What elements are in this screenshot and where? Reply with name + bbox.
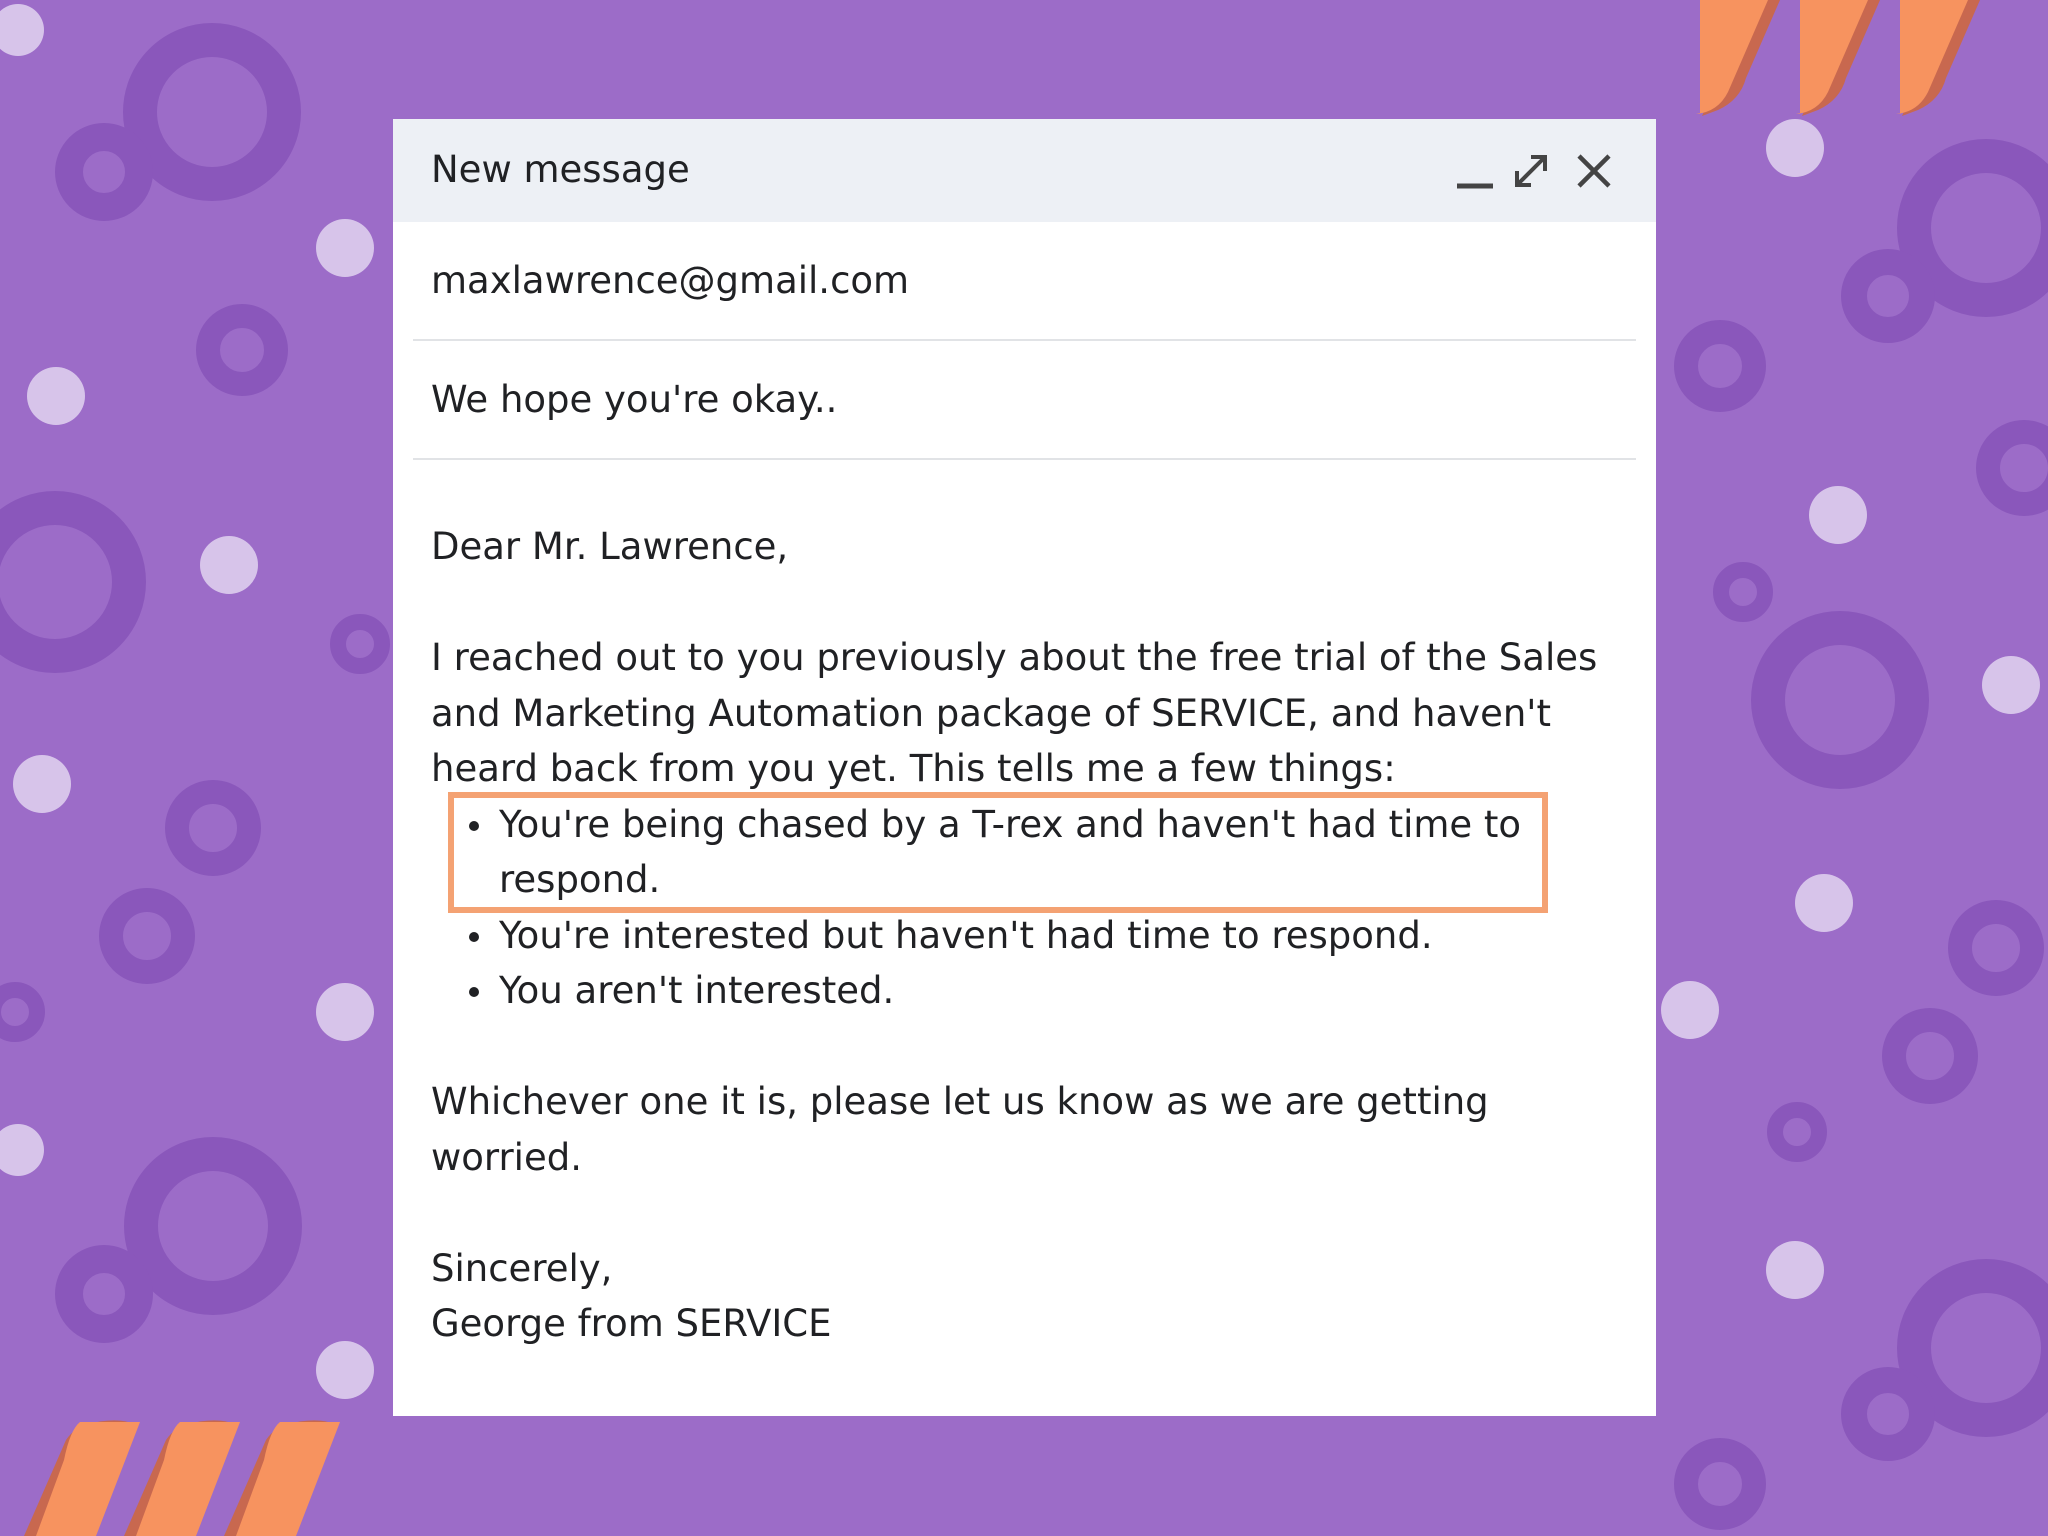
subject-text: We hope you're okay.. — [431, 378, 838, 421]
to-recipient: maxlawrence@gmail.com — [431, 259, 910, 302]
decor-dot — [1766, 1241, 1824, 1299]
window-title: New message — [431, 148, 690, 191]
decor-dot — [27, 367, 85, 425]
decor-dot — [0, 1124, 44, 1176]
decor-dot — [0, 4, 44, 56]
decor-ring — [1767, 1102, 1827, 1162]
compose-window: New message maxlawrence@gmail.com We hop… — [393, 119, 1656, 1416]
decor-ring — [1882, 1008, 1978, 1104]
signoff: Sincerely, — [431, 1246, 613, 1290]
decor-ring — [1751, 611, 1929, 789]
decor-dot — [316, 1341, 374, 1399]
decor-ring — [1841, 249, 1935, 343]
bullet-item: You're being chased by a T-rex and haven… — [469, 797, 1621, 908]
decor-ring — [1897, 139, 2048, 317]
decor-ring — [1713, 562, 1773, 622]
decor-ring — [1674, 320, 1766, 412]
minimize-button[interactable] — [1451, 147, 1499, 195]
intro-paragraph: I reached out to you previously about th… — [431, 636, 1598, 790]
minimize-icon — [1457, 183, 1493, 189]
subject-field[interactable]: We hope you're okay.. — [413, 341, 1636, 460]
greeting: Dear Mr. Lawrence, — [431, 525, 789, 568]
decor-ring — [55, 123, 153, 221]
decor-ring — [123, 23, 301, 201]
followup-paragraph: Whichever one it is, please let us know … — [431, 1080, 1489, 1179]
decor-ring — [1976, 420, 2048, 516]
decor-dot — [1982, 656, 2040, 714]
message-body[interactable]: Dear Mr. Lawrence, I reached out to you … — [431, 519, 1621, 1352]
decor-ring — [1674, 1438, 1766, 1530]
bullet-item: You're interested but haven't had time t… — [469, 908, 1621, 964]
decor-ring — [124, 1137, 302, 1315]
decor-dot — [1766, 119, 1824, 177]
decor-ring — [1948, 900, 2044, 996]
decor-ring — [165, 780, 261, 876]
decor-ring — [0, 491, 146, 673]
decor-ring — [1897, 1259, 2048, 1437]
bullet-list: You're being chased by a T-rex and haven… — [431, 797, 1621, 1019]
close-icon — [1577, 154, 1611, 188]
decor-dot — [13, 755, 71, 813]
decor-ring — [0, 982, 45, 1042]
decor-ring — [196, 304, 288, 396]
decor-dot — [1809, 486, 1867, 544]
compose-titlebar: New message — [393, 119, 1656, 222]
decor-dot — [1795, 874, 1853, 932]
bullet-item: You aren't interested. — [469, 963, 1621, 1019]
decor-ring — [99, 888, 195, 984]
decor-ring — [1841, 1367, 1935, 1461]
expand-button[interactable] — [1507, 147, 1555, 195]
to-field[interactable]: maxlawrence@gmail.com — [413, 222, 1636, 341]
close-button[interactable] — [1570, 147, 1618, 195]
decor-dot — [316, 219, 374, 277]
decor-dot — [1661, 981, 1719, 1039]
decor-stripes-bottom-left — [24, 1420, 340, 1536]
decor-ring — [330, 614, 390, 674]
expand-icon — [1515, 155, 1547, 187]
decor-ring — [55, 1245, 153, 1343]
decor-dot — [316, 983, 374, 1041]
decor-stripes-top-right — [1696, 0, 1980, 116]
signature: George from SERVICE — [431, 1302, 832, 1345]
decor-dot — [200, 536, 258, 594]
